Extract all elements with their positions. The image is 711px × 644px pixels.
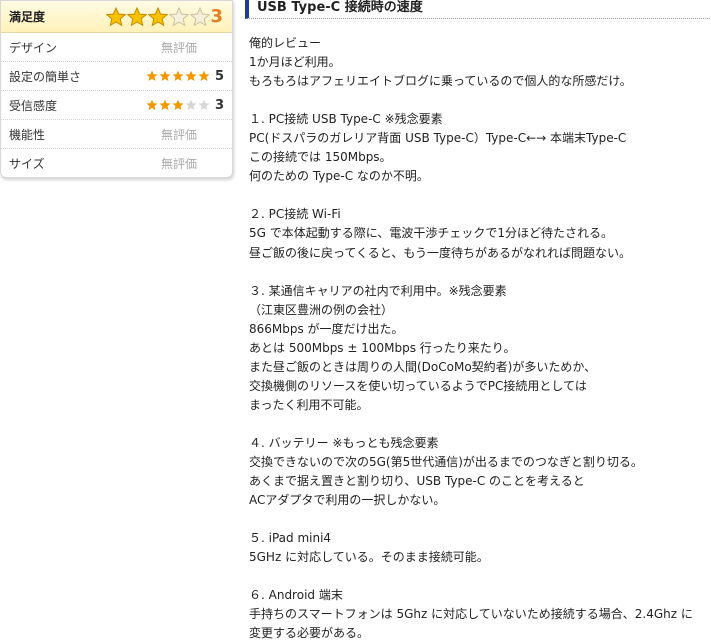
star-filled-icon <box>172 70 184 82</box>
article-line: この接続では 150Mbps。 <box>249 150 392 165</box>
unrated-text: 無評価 <box>161 40 198 55</box>
article-line: 交換機側のリソースを使い切っているようでPC接続用としては <box>249 378 587 393</box>
article-line: ACアダプタで利用の一択しかない。 <box>249 493 446 508</box>
rating-row: 受信感度 3 <box>1 91 232 120</box>
article-line: あとは 500Mbps ± 100Mbps 行ったり来たり。 <box>249 340 516 355</box>
rating-row: 機能性 無評価 <box>1 120 232 149</box>
article-line <box>249 415 709 434</box>
rating-label: 設定の簡単さ <box>9 69 82 84</box>
overall-stars <box>106 6 210 27</box>
rating-row: 設定の簡単さ 5 <box>1 62 232 91</box>
article-line: 変更する必要がある。 <box>249 626 370 641</box>
rating-score: 3 <box>214 97 224 113</box>
article-line: （江東区豊洲の例の会社） <box>249 302 394 317</box>
article-line: PC(ドスパラのガレリア背面 USB Type-C）Type-C←→ 本端末Ty… <box>249 131 627 146</box>
article-line: まったく利用不可能。 <box>249 397 369 412</box>
star-filled-icon <box>106 6 126 26</box>
ratings-panel: 満足度 3 デザイン 無評価 設定の簡単さ 5 受信感度 3 機能性 無評価 サイズ 無評価 <box>0 0 233 178</box>
star-filled-icon <box>127 6 147 26</box>
article-line: あくまで据え置きと割り切り、USB Type-C のことを考えると <box>249 474 585 489</box>
unrated-text: 無評価 <box>161 156 198 171</box>
rating-score: 5 <box>214 68 224 84</box>
article-line: ２. PC接続 Wi-Fi <box>249 207 341 222</box>
star-empty-icon <box>190 6 210 26</box>
rating-label: サイズ <box>9 156 45 171</box>
rating-row: サイズ 無評価 <box>1 149 232 177</box>
article-title: USB Type-C 接続時の速度 <box>245 0 710 19</box>
star-filled-icon <box>185 70 197 82</box>
star-filled-icon <box>198 70 210 82</box>
rating-row: デザイン 無評価 <box>1 33 232 62</box>
article-line: また昼ご飯のときは周りの人間(DoCoMo契約者)が多いためか、 <box>249 359 597 374</box>
overall-score: 3 <box>210 6 223 27</box>
article-line: １. PC接続 USB Type-C ※残念要素 <box>249 112 443 127</box>
article-line: 何のための Type-C なのか不明。 <box>249 169 429 184</box>
article-line: ４. バッテリー ※もっとも残念要素 <box>249 435 439 450</box>
article-line: 交換できないので次の5G(第5世代通信)が出るまでのつなぎと割り切る。 <box>249 455 643 470</box>
article-line: 866Mbps が一度だけ出た。 <box>249 321 404 336</box>
unrated-text: 無評価 <box>161 127 198 142</box>
article-line: ６. Android 端末 <box>249 588 343 603</box>
star-filled-icon <box>146 70 158 82</box>
article-line <box>249 91 709 110</box>
star-filled-icon <box>159 99 171 111</box>
article-line: 俺的レビュー <box>249 36 322 50</box>
star-empty-icon <box>169 6 189 26</box>
star-filled-icon <box>159 70 171 82</box>
article-line: 5G で本体起動する際に、電波干渉チェックで1分ほど待たされる。 <box>249 226 614 241</box>
star-filled-icon <box>172 99 184 111</box>
article-line: 5GHz に対応している。そのまま接続可能。 <box>249 550 489 565</box>
star-empty-icon <box>185 99 197 111</box>
article-line <box>249 186 709 205</box>
overall-label: 満足度 <box>9 10 46 24</box>
star-filled-icon <box>146 99 158 111</box>
star-filled-icon <box>148 6 168 26</box>
rating-label: デザイン <box>9 40 58 55</box>
article-line: ３. 某通信キャリアの社内で利用中。※残念要素 <box>249 283 507 298</box>
rating-label: 受信感度 <box>9 98 58 113</box>
article-line <box>249 510 709 529</box>
article-line: ５. iPad mini4 <box>249 531 332 546</box>
article-line: もろもろはアフェリエイトブログに乗っているので個人的な所感だけ。 <box>249 74 632 89</box>
star-empty-icon <box>198 99 210 111</box>
article-line: 昼ご飯の後に戻ってくると、もう一度待ちがあるがなれれば問題ない。 <box>249 245 631 260</box>
rating-stars <box>146 70 210 82</box>
article-line <box>249 567 709 586</box>
overall-satisfaction-row: 満足度 3 <box>1 1 232 33</box>
article-body: 俺的レビュー 1か月ほど利用。もろもろはアフェリエイトブログに乗っているので個人的… <box>249 34 709 644</box>
rating-stars <box>146 99 210 111</box>
article-line: 手持ちのスマートフォンは 5Ghz に対応していないため接続する場合、2.4Gh… <box>249 607 693 622</box>
article-line <box>249 263 709 282</box>
rating-label: 機能性 <box>9 127 46 142</box>
article-line: 1か月ほど利用。 <box>249 55 341 70</box>
